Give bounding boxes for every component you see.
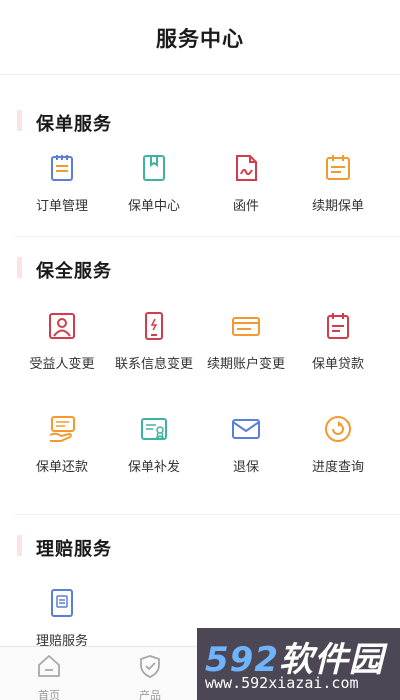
envelope-icon [232,419,260,439]
document-pen-icon [236,155,257,181]
grid-item-policy-reissue[interactable]: 保单补发 [108,414,200,484]
grid-item-renewal-account-change[interactable]: 续期账户变更 [200,311,292,381]
grid-item-beneficiary-change[interactable]: 受益人变更 [16,311,108,381]
page-header: 服务中心 [0,0,400,75]
certificate-icon [141,418,167,440]
header-divider [0,74,400,75]
grid-item-label: 受益人变更 [29,357,95,372]
grid-item-label: 保单还款 [35,460,88,475]
section-accent-bar [17,257,22,278]
grid-item-surrender[interactable]: 退保 [200,414,292,484]
section-divider [15,514,400,515]
tab-label: 首页 [38,689,60,700]
clipboard-list-icon [51,155,73,181]
grid-item-renewal-policy[interactable]: 续期保单 [292,153,384,223]
grid-item-policy-center[interactable]: 保单中心 [108,153,200,223]
section-accent-bar [17,535,22,556]
tab-label: 产品 [139,689,161,700]
section-title-claims: 理赔服务 [36,539,112,560]
grid-item-label: 保单中心 [127,199,180,214]
grid-item-progress-query[interactable]: 进度查询 [292,414,384,484]
grid-item-label: 续期保单 [311,199,364,214]
tab-home[interactable]: 首页 [14,651,84,700]
grid-item-label: 退保 [232,460,259,475]
watermark-url: www.592xiazai.com [205,674,359,692]
person-frame-icon [49,313,75,339]
grid-item-label: 函件 [232,199,259,214]
grid-item-letters[interactable]: 函件 [200,153,292,223]
hand-receipt-icon [49,416,75,442]
watermark-logo: 592软件园 www.592xiazai.com [197,628,400,700]
claim-doc-icon [51,589,73,617]
grid-item-policy-repayment[interactable]: 保单还款 [16,414,108,484]
mobile-phone-icon [145,312,163,340]
section-divider [15,236,400,237]
grid-item-label: 保单贷款 [311,357,364,372]
tab-products[interactable]: 产品 [115,651,185,700]
grid-item-label: 订单管理 [35,199,88,214]
calendar-list-icon [326,155,350,180]
bank-card-icon [232,317,260,336]
home-icon [38,655,60,677]
page-title: 服务中心 [156,26,244,51]
calendar-doc-icon [327,313,349,339]
grid-item-policy-loan[interactable]: 保单贷款 [292,311,384,381]
grid-item-label: 联系信息变更 [114,357,193,372]
section-accent-bar [17,110,22,131]
grid-item-contact-change[interactable]: 联系信息变更 [108,311,200,381]
grid-item-label: 保单补发 [127,460,180,475]
section-title-preservation: 保全服务 [36,261,112,282]
refresh-circle-icon [325,416,351,442]
shield-check-icon [140,655,160,678]
grid-item-order-management[interactable]: 订单管理 [16,153,108,223]
section-title-policy: 保单服务 [36,114,112,135]
grid-item-label: 进度查询 [311,460,364,475]
grid-item-label: 续期账户变更 [206,357,285,372]
document-bookmark-icon [143,155,165,181]
